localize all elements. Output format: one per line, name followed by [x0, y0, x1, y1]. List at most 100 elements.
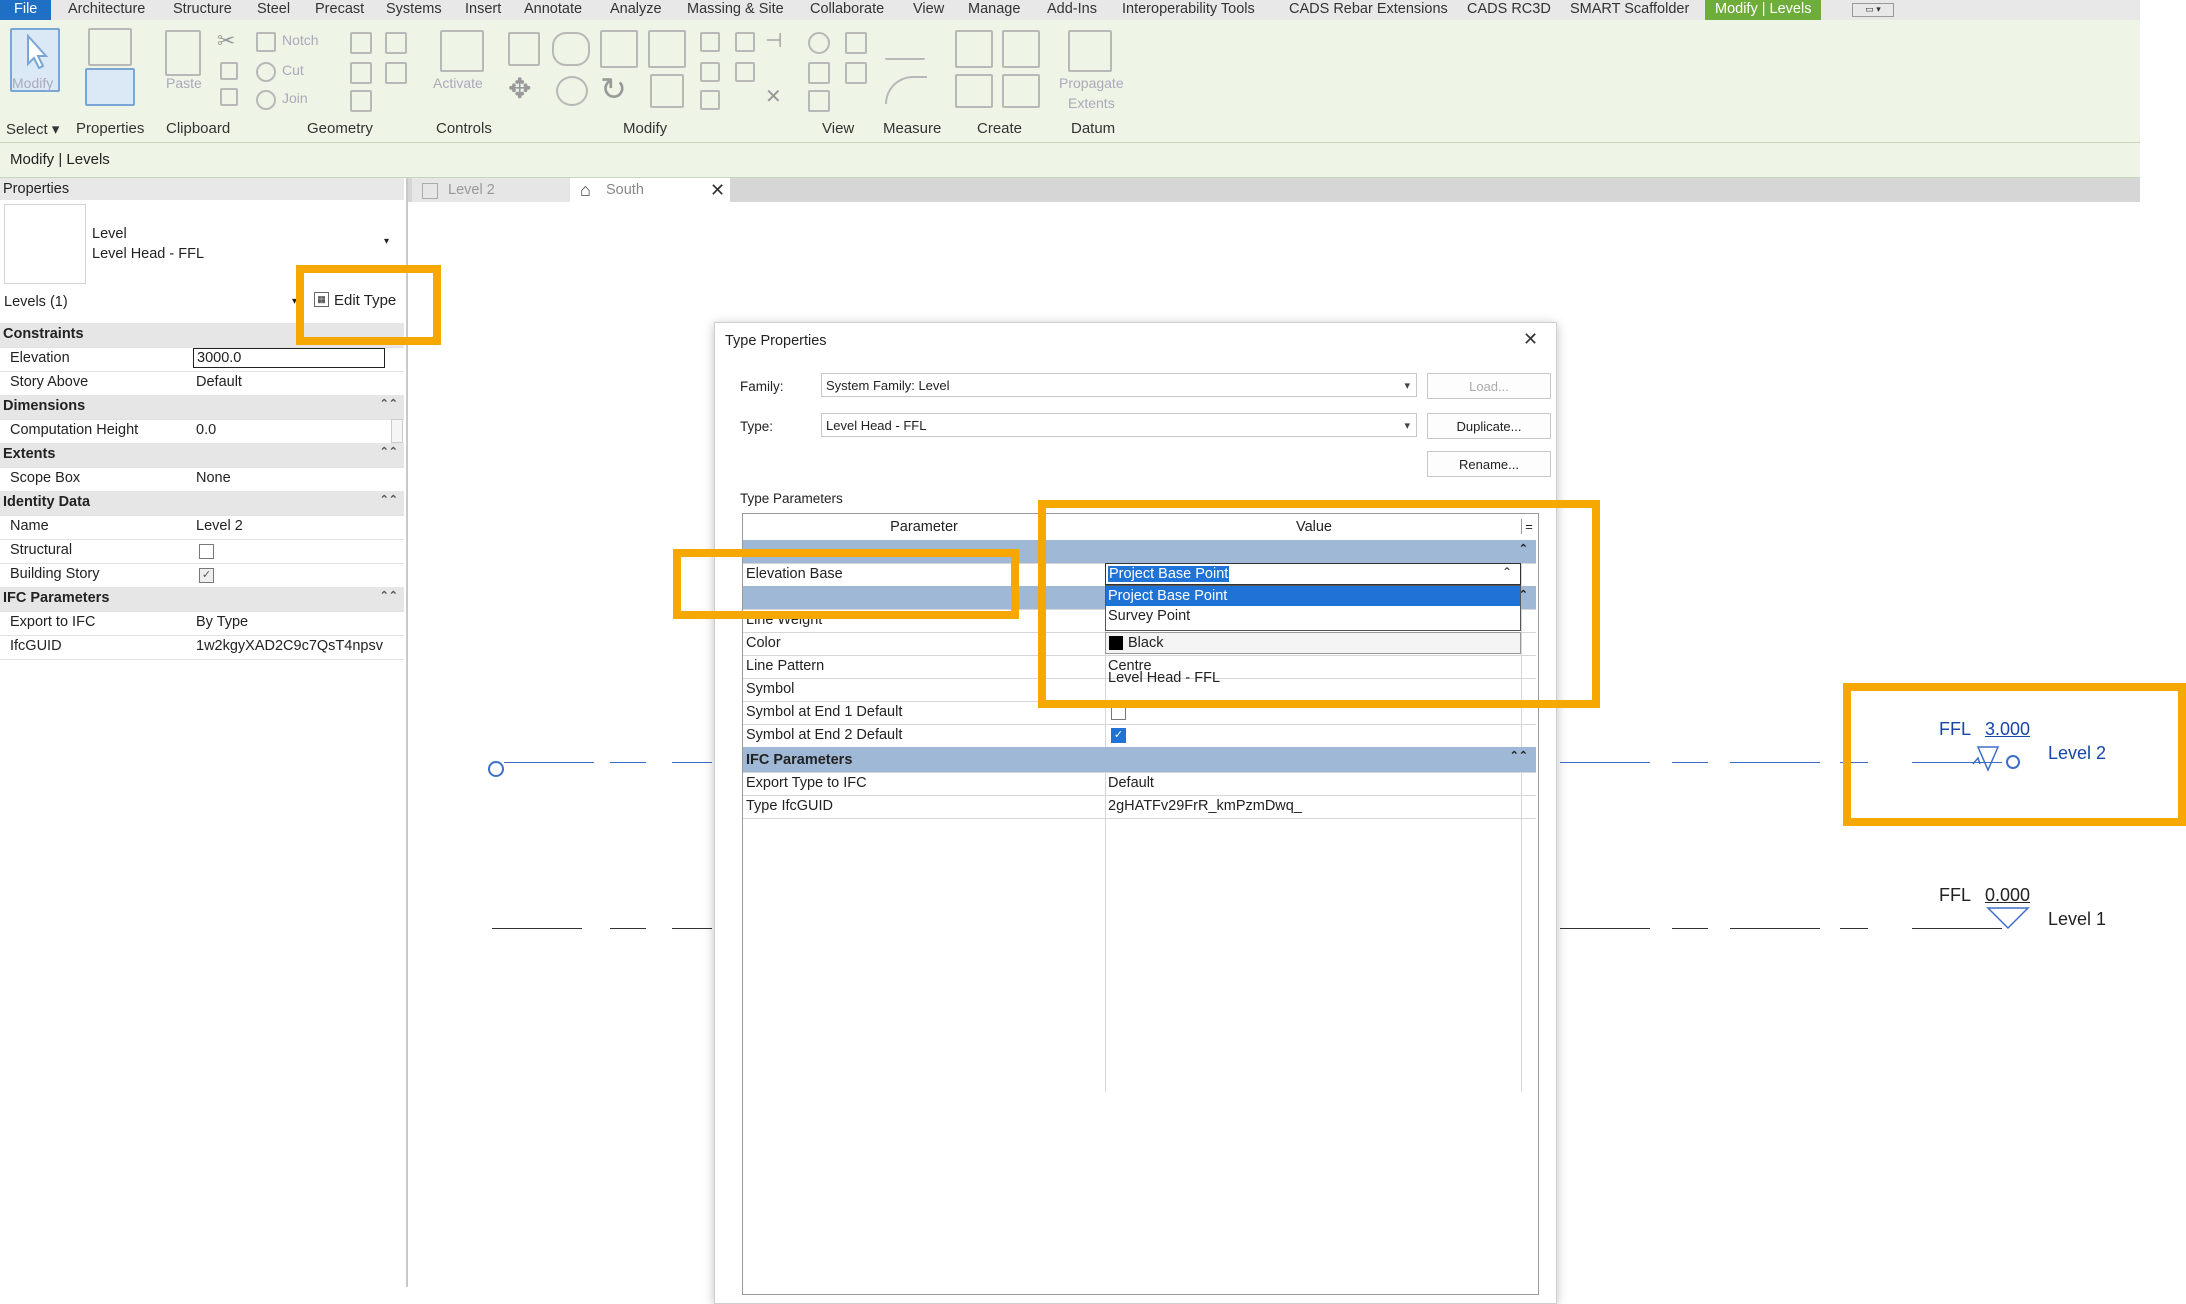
param-row-export-type-to-ifc[interactable]: Export Type to IFC Default — [743, 772, 1536, 796]
level-1-line-segment[interactable] — [1672, 928, 1708, 929]
building-story-checkbox[interactable]: ✓ — [199, 568, 214, 583]
scale-icon[interactable] — [700, 90, 720, 110]
split-face-icon[interactable] — [350, 62, 372, 84]
tab-structure[interactable]: Structure — [173, 0, 232, 20]
panel-display-toggle-icon[interactable]: ▭ ▾ — [1852, 3, 1894, 17]
join-roof-icon[interactable] — [385, 32, 407, 54]
param-row-type-ifcguid[interactable]: Type IfcGUID 2gHATFv29FrR_kmPzmDwq_ — [743, 795, 1536, 819]
section-ifc-parameters[interactable]: IFC Parameters ⌃⌃ — [743, 747, 1536, 773]
join-icon[interactable] — [256, 90, 276, 110]
level-2-line-segment[interactable] — [1560, 762, 1650, 763]
measure-distance-icon[interactable] — [885, 40, 925, 60]
section-identity-data[interactable]: Identity Data ⌃⌃ — [0, 491, 404, 516]
dropdown-option-survey-point[interactable]: Survey Point — [1106, 606, 1520, 628]
load-button[interactable]: Load... — [1427, 373, 1551, 399]
view-tab-south[interactable]: ⌂ South ✕ — [570, 178, 730, 202]
level-1-elevation-label[interactable]: 0.000 — [1985, 885, 2030, 906]
linework-view-icon[interactable] — [845, 32, 867, 54]
level-1-line-segment[interactable] — [1560, 928, 1650, 929]
collapse-chevron-icon[interactable]: ⌃⌃ — [380, 589, 398, 602]
tab-manage[interactable]: Manage — [968, 0, 1020, 20]
level-2-line-segment[interactable] — [1672, 762, 1708, 763]
selection-count[interactable]: Levels (1) — [4, 294, 68, 310]
collapse-chevron-icon[interactable]: ⌃⌃ — [1510, 749, 1528, 762]
family-select[interactable]: System Family: Level ▾ — [821, 373, 1417, 397]
prop-row-story-above[interactable]: Story Above Default — [0, 371, 404, 396]
override-graphics-icon[interactable] — [808, 62, 830, 84]
delete-icon[interactable]: ✕ — [765, 84, 782, 109]
tab-insert[interactable]: Insert — [465, 0, 501, 20]
tab-annotate[interactable]: Annotate — [524, 0, 582, 20]
array-icon[interactable] — [700, 62, 720, 82]
properties-icon[interactable] — [85, 68, 135, 106]
tab-precast[interactable]: Precast — [315, 0, 364, 20]
properties-scrollbar[interactable] — [391, 419, 403, 443]
tab-steel[interactable]: Steel — [257, 0, 290, 20]
paste-icon[interactable] — [165, 30, 201, 76]
tab-massing-site[interactable]: Massing & Site — [687, 0, 784, 20]
rename-button[interactable]: Rename... — [1427, 451, 1551, 477]
type-properties-icon[interactable] — [88, 28, 132, 66]
cut-scissors-icon[interactable]: ✂ — [217, 28, 235, 54]
create-assembly-icon[interactable] — [955, 30, 993, 68]
level-1-line-segment[interactable] — [672, 928, 712, 929]
prop-row-name[interactable]: Name Level 2 — [0, 515, 404, 540]
tab-smart-scaffolder[interactable]: SMART Scaffolder — [1570, 0, 1689, 20]
level-1-name-label[interactable]: Level 1 — [2048, 909, 2106, 930]
dialog-close-icon[interactable]: ✕ — [1523, 329, 1538, 350]
type-select[interactable]: Level Head - FFL ▾ — [821, 413, 1417, 437]
trim-single-icon[interactable]: ⊣ — [765, 28, 782, 53]
tab-architecture[interactable]: Architecture — [68, 0, 145, 20]
copy-icon[interactable] — [220, 62, 238, 80]
level-1-head-symbol-icon[interactable] — [1983, 906, 2033, 936]
mirror-draw-icon[interactable] — [648, 30, 686, 68]
rotate-icon[interactable]: ↻ — [600, 70, 627, 108]
prop-row-ifcguid[interactable]: IfcGUID 1w2kgyXAD2C9c7QsT4npsv — [0, 635, 404, 660]
aligned-dimension-icon[interactable] — [885, 76, 927, 104]
tab-collaborate[interactable]: Collaborate — [810, 0, 884, 20]
symbol-end-2-checkbox[interactable]: ✓ — [1111, 728, 1126, 743]
copy-elements-icon[interactable] — [556, 76, 588, 106]
section-extents[interactable]: Extents ⌃⌃ — [0, 443, 404, 468]
level-2-line-segment[interactable] — [610, 762, 646, 763]
hide-in-view-icon[interactable] — [808, 32, 830, 54]
paint-icon[interactable] — [350, 90, 372, 112]
prop-row-export-to-ifc[interactable]: Export to IFC By Type — [0, 611, 404, 636]
cut-geometry-icon[interactable] — [256, 62, 276, 82]
close-icon[interactable]: ✕ — [710, 178, 725, 202]
match-properties-icon[interactable] — [220, 88, 238, 106]
unpin-icon[interactable] — [735, 62, 755, 82]
section-dimensions[interactable]: Dimensions ⌃⌃ — [0, 395, 404, 420]
level-2-end-1-circle-icon[interactable] — [488, 761, 504, 777]
level-2-line-segment[interactable] — [672, 762, 712, 763]
tab-cads-rc3d[interactable]: CADS RC3D — [1467, 0, 1551, 20]
tab-analyze[interactable]: Analyze — [610, 0, 662, 20]
tab-view[interactable]: View — [913, 0, 944, 20]
offset-icon[interactable] — [552, 32, 590, 66]
tab-interoperability-tools[interactable]: Interoperability Tools — [1122, 0, 1255, 20]
pin-icon[interactable] — [735, 32, 755, 52]
level-2-line-segment[interactable] — [1730, 762, 1820, 763]
level-1-line-segment[interactable] — [492, 928, 582, 929]
level-2-line-segment[interactable] — [504, 762, 594, 763]
section-ifc-parameters[interactable]: IFC Parameters ⌃⌃ — [0, 587, 404, 612]
collapse-chevron-icon[interactable]: ⌃⌃ — [380, 445, 398, 458]
tab-file[interactable]: File — [0, 0, 52, 20]
elevation-input[interactable]: 3000.0 — [193, 348, 385, 368]
move-icon[interactable]: ✥ — [508, 72, 531, 105]
create-similar-icon[interactable] — [1002, 74, 1040, 108]
selection-box-icon[interactable] — [808, 90, 830, 112]
level-1-line-segment[interactable] — [1730, 928, 1820, 929]
activate-controls-icon[interactable] — [440, 30, 484, 72]
prop-row-computation-height[interactable]: Computation Height 0.0 — [0, 419, 404, 444]
wall-joins-icon[interactable] — [350, 32, 372, 54]
collapse-chevron-icon[interactable]: ⌃⌃ — [380, 493, 398, 506]
create-parts-icon[interactable] — [1002, 30, 1040, 68]
linework-icon[interactable] — [385, 62, 407, 84]
prop-row-scope-box[interactable]: Scope Box None — [0, 467, 404, 492]
tab-add-ins[interactable]: Add-Ins — [1047, 0, 1097, 20]
type-selector-chevron-down-icon[interactable]: ▾ — [384, 236, 389, 247]
level-1-line-segment[interactable] — [610, 928, 646, 929]
dropdown-option-project-base-point[interactable]: Project Base Point — [1106, 586, 1520, 606]
duplicate-button[interactable]: Duplicate... — [1427, 413, 1551, 439]
